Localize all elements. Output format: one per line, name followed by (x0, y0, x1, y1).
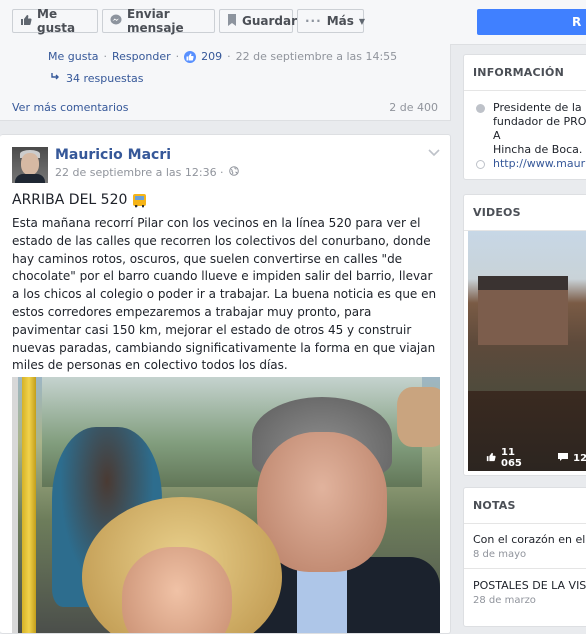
separator-dot: · (103, 50, 108, 63)
post-title-text: ARRIBA DEL 520 (12, 192, 128, 208)
reply-arrow-icon (50, 72, 60, 85)
reaction-count[interactable]: 209 (201, 50, 222, 63)
video-like-count: 11 065 (501, 447, 522, 469)
save-button[interactable]: Guardar (219, 9, 297, 33)
like-reaction-icon (184, 50, 197, 63)
send-message-label: Enviar mensaje (127, 7, 184, 35)
info-bio-line-1: Presidente de la R (493, 101, 586, 114)
info-bio-line-3: Hincha de Boca. (493, 143, 583, 156)
videos-card: VIDEOS 11 065 127 (463, 194, 586, 476)
post-timestamp-text: 22 de septiembre a las 12:36 · (55, 166, 224, 179)
primary-action-label: R (572, 15, 582, 29)
info-card: INFORMACIÓN Presidente de la R fundador … (463, 54, 586, 180)
post-card: Mauricio Macri 22 de septiembre a las 12… (0, 134, 451, 634)
comment-reply-link[interactable]: Responder (112, 50, 171, 63)
globe-icon (476, 160, 485, 169)
info-website: http://www.mauricio (476, 157, 586, 170)
video-thumbnail[interactable]: 11 065 127 (468, 231, 586, 471)
primary-action-button[interactable]: R (477, 9, 586, 35)
more-comments-link[interactable]: Ver más comentarios (12, 101, 128, 114)
video-stats: 11 065 127 (486, 447, 586, 469)
note-title: POSTALES DE LA VIS (473, 579, 586, 592)
thumbs-up-icon (20, 14, 32, 29)
more-dots-icon: ··· (305, 14, 322, 28)
post-author[interactable]: Mauricio Macri (55, 147, 171, 163)
author-avatar[interactable] (12, 147, 48, 183)
send-message-button[interactable]: Enviar mensaje (102, 7, 215, 35)
bus-emoji-icon (133, 194, 147, 208)
page-action-bar: Me gusta Enviar mensaje Guardar ··· Más … (0, 0, 586, 45)
comment-time: 22 de septiembre a las 14:55 (235, 50, 398, 63)
save-label: Guardar (242, 14, 298, 28)
comment-like-link[interactable]: Me gusta (48, 50, 99, 63)
post-title: ARRIBA DEL 520 (12, 192, 147, 208)
like-page-label: Me gusta (37, 7, 76, 35)
like-page-button[interactable]: Me gusta (12, 7, 98, 35)
view-replies-link[interactable]: 34 respuestas (50, 72, 144, 85)
video-comment-count: 127 (573, 452, 586, 464)
post-timestamp[interactable]: 22 de septiembre a las 12:36 · (55, 166, 239, 179)
videos-heading: VIDEOS (464, 195, 586, 231)
more-button[interactable]: ··· Más ▼ (297, 9, 366, 33)
globe-icon (228, 166, 239, 179)
bookmark-icon (227, 13, 237, 29)
thumbs-up-icon (486, 452, 496, 465)
info-heading: INFORMACIÓN (464, 55, 586, 91)
caret-down-icon: ▼ (358, 16, 366, 26)
notes-heading: NOTAS (464, 488, 586, 524)
comment-icon (558, 452, 569, 465)
note-date: 28 de marzo (473, 595, 536, 606)
replies-count-label: 34 respuestas (66, 72, 144, 85)
info-bio: Presidente de la R fundador de PRO A Hin… (476, 101, 586, 157)
info-bio-line-2: fundador de PRO A (493, 115, 586, 142)
separator-dot: · (227, 50, 231, 63)
comment-page-count: 2 de 400 (389, 101, 438, 114)
note-title: Con el corazón en el t (473, 533, 586, 546)
post-options-chevron-icon[interactable] (428, 149, 440, 160)
info-icon (476, 104, 485, 113)
comment-actions: Me gusta · Responder · 209 · 22 de septi… (48, 50, 397, 63)
notes-card: NOTAS Con el corazón en el t 8 de mayo P… (463, 487, 586, 627)
messenger-icon (110, 14, 122, 29)
more-label: Más (326, 14, 354, 28)
post-body: Esta mañana recorrí Pilar con los vecino… (12, 216, 437, 373)
note-date: 8 de mayo (473, 549, 527, 560)
website-link[interactable]: http://www.mauricio (493, 157, 586, 170)
separator-dot: · (175, 50, 180, 63)
note-item[interactable]: POSTALES DE LA VIS 28 de marzo (473, 579, 586, 606)
note-item[interactable]: Con el corazón en el t 8 de mayo (473, 533, 586, 560)
divider (464, 568, 586, 569)
post-photo[interactable] (12, 377, 440, 633)
comments-section: Me gusta · Responder · 209 · 22 de septi… (0, 44, 451, 121)
